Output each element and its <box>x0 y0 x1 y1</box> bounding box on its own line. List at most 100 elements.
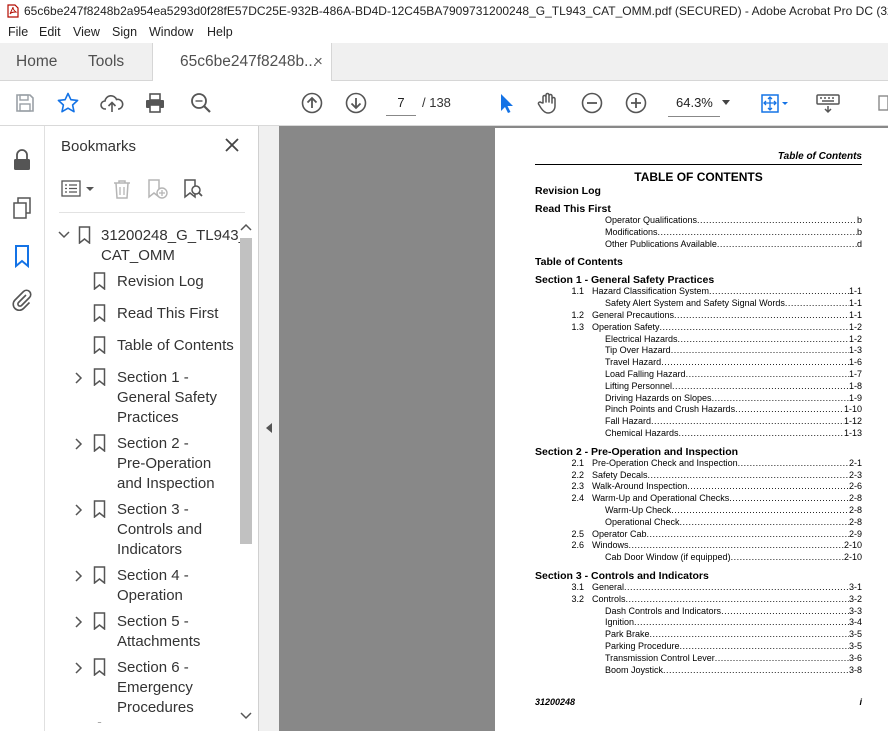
tab-document[interactable]: 65c6be247f8248b... × <box>152 43 332 82</box>
select-cursor-icon[interactable] <box>494 91 518 115</box>
menu-view[interactable]: View <box>73 22 100 43</box>
toc-entry[interactable]: 3.1 General 3-1 <box>571 582 862 593</box>
toc-entry[interactable]: 2.4 Warm-Up and Operational Checks 2-8 <box>571 493 862 504</box>
toc-entry[interactable]: Transmission Control Lever 3-6 <box>605 653 862 664</box>
chevron-right-icon[interactable] <box>74 438 84 450</box>
attachments-icon[interactable] <box>11 288 33 312</box>
chevron-right-icon[interactable] <box>74 570 84 582</box>
tab-bar: Home Tools 65c6be247f8248b... × <box>0 43 888 82</box>
zoom-search-icon[interactable] <box>189 91 213 115</box>
menu-window[interactable]: Window <box>149 22 193 43</box>
tab-tools[interactable]: Tools <box>88 43 124 81</box>
toc-entry[interactable]: Load Falling Hazard 1-7 <box>605 369 862 380</box>
toc-entry[interactable]: Cab Door Window (if equipped) 2-10 <box>605 552 862 563</box>
toc-entry[interactable]: Safety Alert System and Safety Signal Wo… <box>605 298 862 309</box>
bookmark-item[interactable]: Section 3 - Controls and Indicators <box>117 500 202 560</box>
scroll-up-arrow-icon[interactable] <box>240 222 252 232</box>
toc-entry-number: 3.1 <box>571 582 584 592</box>
more-tools-icon[interactable] <box>876 91 888 115</box>
bookmark-item[interactable]: Section 1 - General Safety Practices <box>117 368 217 428</box>
bookmark-item[interactable]: Revision Log <box>117 272 204 292</box>
chevron-right-icon[interactable] <box>74 372 84 384</box>
toc-entry[interactable]: Boom Joystick 3-8 <box>605 665 862 676</box>
toc-entry[interactable]: Lifting Personnel 1-8 <box>605 381 862 392</box>
bookmark-item[interactable]: Section 5 - Attachments <box>117 612 200 652</box>
new-bookmark-icon[interactable] <box>145 178 169 200</box>
toc-entry[interactable]: 3.2 Controls 3-2 <box>571 594 862 605</box>
menu-file[interactable]: File <box>8 22 28 43</box>
chevron-right-icon[interactable] <box>74 662 84 674</box>
cloud-upload-icon[interactable] <box>100 91 124 115</box>
toc-entry[interactable]: Fall Hazard 1-12 <box>605 416 862 427</box>
toc-entry[interactable]: 1.3 Operation Safety 1-2 <box>571 322 862 333</box>
bookmark-item[interactable]: Section 6 - Emergency Procedures <box>117 658 194 718</box>
toc-entry[interactable]: 2.3 Walk-Around Inspection 2-6 <box>571 481 862 492</box>
delete-bookmark-icon[interactable] <box>111 178 133 200</box>
zoom-in-icon[interactable] <box>624 91 648 115</box>
collapse-arrow-icon[interactable] <box>265 422 273 434</box>
page-thumbnails-icon[interactable] <box>11 196 33 220</box>
toc-entry[interactable]: Park Brake 3-5 <box>605 629 862 640</box>
toc-entry[interactable]: Driving Hazards on Slopes 1-9 <box>605 393 862 404</box>
zoom-level-input[interactable]: 64.3% <box>668 90 720 117</box>
toc-entry[interactable]: 2.6 Windows 2-10 <box>571 540 862 551</box>
menu-help[interactable]: Help <box>207 22 233 43</box>
toc-entry[interactable]: Operational Check 2-8 <box>605 517 862 528</box>
star-icon[interactable] <box>56 91 80 115</box>
toc-entry[interactable]: 1.2 General Precautions 1-1 <box>571 310 862 321</box>
bookmarks-scroll-thumb[interactable] <box>240 238 252 544</box>
toc-entry[interactable]: Chemical Hazards 1-13 <box>605 428 862 439</box>
bookmark-item[interactable]: Read This First <box>117 304 218 324</box>
toc-entry[interactable]: Modifications b <box>605 227 862 238</box>
toc-entry[interactable]: Pinch Points and Crush Hazards 1-10 <box>605 404 862 415</box>
toc-section-heading[interactable]: Section 3 - Controls and Indicators <box>535 570 709 582</box>
zoom-dropdown-caret-icon[interactable] <box>722 100 730 105</box>
tab-close-icon[interactable]: × <box>314 43 323 81</box>
menu-edit[interactable]: Edit <box>39 22 61 43</box>
toc-entry[interactable]: Warm-Up Check 2-8 <box>605 505 862 516</box>
toc-entry[interactable]: 2.1 Pre-Operation Check and Inspection 2-1 <box>571 458 862 469</box>
toc-entry[interactable]: Other Publications Available d <box>605 239 862 250</box>
toc-section-heading[interactable]: Table of Contents <box>535 256 623 268</box>
bookmark-root[interactable]: 31200248_G_TL943_ CAT_OMM <box>101 226 247 266</box>
page-number-input[interactable]: 7 <box>386 90 416 116</box>
toc-entry[interactable]: 2.5 Operator Cab 2-9 <box>571 529 862 540</box>
toc-entry[interactable]: Parking Procedure 3-5 <box>605 641 862 652</box>
toc-entry[interactable]: Tip Over Hazard 1-3 <box>605 345 862 356</box>
bookmark-item[interactable]: Section 4 - Operation <box>117 566 189 606</box>
zoom-out-icon[interactable] <box>580 91 604 115</box>
toc-section-heading[interactable]: Revision Log <box>535 185 601 197</box>
toc-entry[interactable]: Electrical Hazards 1-2 <box>605 334 862 345</box>
toc-entry[interactable]: 2.2 Safety Decals 2-3 <box>571 470 862 481</box>
toc-entry[interactable]: Travel Hazard 1-6 <box>605 357 862 368</box>
hand-tool-icon[interactable] <box>536 91 560 115</box>
toc-section-heading[interactable]: Section 1 - General Safety Practices <box>535 274 714 286</box>
tab-home[interactable]: Home <box>16 43 57 81</box>
scroll-down-arrow-icon[interactable] <box>240 711 252 721</box>
previous-page-icon[interactable] <box>300 91 324 115</box>
toc-entry[interactable]: Operator Qualifications b <box>605 215 862 226</box>
bookmark-item[interactable]: Table of Contents <box>117 336 234 356</box>
keyboard-read-mode-icon[interactable] <box>814 91 842 115</box>
chevron-right-icon[interactable] <box>74 504 84 516</box>
bookmark-item[interactable]: Section 2 - Pre-Operation and Inspection <box>117 434 215 494</box>
toc-entry[interactable]: Dash Controls and Indicators 3-3 <box>605 606 862 617</box>
toc-entry[interactable]: 1.1 Hazard Classification System 1-1 <box>571 286 862 297</box>
bookmark-options-icon[interactable] <box>61 180 97 198</box>
panel-collapse-handle[interactable] <box>259 126 279 731</box>
toc-section-heading[interactable]: Read This First <box>535 203 611 215</box>
menu-sign[interactable]: Sign <box>112 22 137 43</box>
fit-page-icon[interactable] <box>758 91 790 115</box>
chevron-down-icon[interactable] <box>58 230 70 240</box>
save-icon[interactable] <box>13 91 37 115</box>
next-page-icon[interactable] <box>344 91 368 115</box>
bookmark-flag-icon <box>93 658 106 676</box>
find-bookmark-icon[interactable] <box>181 178 205 200</box>
print-icon[interactable] <box>143 91 167 115</box>
close-panel-icon[interactable] <box>223 136 241 154</box>
toc-section-heading[interactable]: Section 2 - Pre-Operation and Inspection <box>535 446 738 458</box>
toc-entry[interactable]: Ignition 3-4 <box>605 617 862 628</box>
bookmarks-panel-icon[interactable] <box>11 244 33 268</box>
lock-icon[interactable] <box>11 148 33 172</box>
chevron-right-icon[interactable] <box>74 616 84 628</box>
